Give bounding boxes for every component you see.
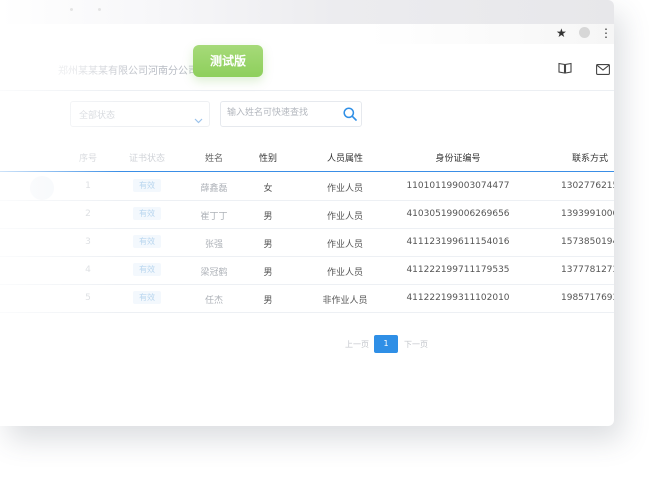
status-badge: 有效 — [133, 263, 161, 276]
column-header-gender[interactable]: 性别 — [259, 151, 277, 164]
app-header: 郑州某某某有限公司河南分公司 测试版 — [0, 44, 614, 91]
status-badge: 有效 — [133, 291, 161, 304]
chevron-down-icon — [194, 109, 203, 128]
status-select-value: 全部状态 — [79, 111, 116, 121]
cell-gender: 男 — [263, 212, 273, 222]
cell-type: 作业人员 — [326, 212, 364, 222]
address-bar[interactable] — [0, 24, 614, 44]
cell-index: 4 — [85, 265, 91, 275]
cell-name: 梁冠鹤 — [200, 268, 228, 278]
column-header-phone[interactable]: 联系方式 — [572, 151, 608, 164]
cell-id-number: 411123199611154016 — [406, 237, 510, 247]
column-header-id-number[interactable]: 身份证编号 — [435, 151, 480, 164]
pagination: 上一页 1 下一页 — [0, 335, 614, 353]
status-badge: 有效 — [133, 235, 161, 248]
column-header-index[interactable]: 序号 — [79, 151, 97, 164]
table-row[interactable]: 5 有效 任杰 男 非作业人员 411222199311102010 19857… — [0, 284, 614, 313]
company-name: 郑州某某某有限公司河南分公司 — [58, 66, 198, 77]
status-badge: 有效 — [133, 179, 161, 192]
table-row[interactable]: 4 有效 梁冠鹤 男 作业人员 411222199711179535 13777… — [0, 256, 614, 285]
cell-id-number: 411222199711179535 — [406, 265, 510, 275]
star-icon[interactable]: ★ — [556, 26, 567, 40]
status-select[interactable]: 全部状态 — [70, 101, 210, 127]
cell-type: 作业人员 — [326, 268, 364, 278]
cell-phone: 13939910062 — [561, 209, 614, 219]
status-badge: 有效 — [133, 207, 161, 220]
cell-phone: 15738501947 — [561, 237, 614, 247]
column-header-status[interactable]: 证书状态 — [129, 151, 165, 164]
cell-gender: 女 — [263, 184, 273, 194]
cell-type: 作业人员 — [326, 184, 364, 194]
search-box — [220, 101, 362, 127]
profile-icon[interactable] — [579, 27, 590, 38]
table-row[interactable]: 3 有效 张强 男 作业人员 411123199611154016 157385… — [0, 228, 614, 257]
cell-id-number: 410305199006269656 — [406, 209, 510, 219]
cell-phone: 19857176935 — [561, 293, 614, 303]
browser-window: ★ ⋮ 郑州某某某有限公司河南分公司 测试版 全部状态 序号 证书状态 姓名 性… — [0, 0, 614, 426]
table-header: 序号 证书状态 姓名 性别 人员属性 身份证编号 联系方式 — [0, 143, 614, 172]
mail-icon[interactable] — [596, 60, 610, 79]
book-icon[interactable] — [558, 59, 572, 78]
cell-id-number: 411222199311102010 — [406, 293, 510, 303]
page-button-current[interactable]: 1 — [374, 335, 398, 353]
table-row[interactable]: 2 有效 崔丁丁 男 作业人员 410305199006269656 13939… — [0, 200, 614, 229]
cell-index: 1 — [85, 181, 91, 191]
table-row[interactable]: 1 有效 薛鑫磊 女 作业人员 110101199003074477 13027… — [0, 172, 614, 201]
cell-name: 崔丁丁 — [200, 212, 228, 222]
test-version-badge: 测试版 — [193, 45, 263, 77]
cell-name: 薛鑫磊 — [200, 184, 228, 194]
cell-id-number: 110101199003074477 — [406, 181, 510, 191]
next-page-button[interactable]: 下一页 — [404, 339, 428, 350]
cell-type: 作业人员 — [326, 240, 364, 250]
column-header-type[interactable]: 人员属性 — [327, 151, 363, 164]
search-input[interactable] — [227, 104, 337, 122]
cell-index: 2 — [85, 209, 91, 219]
cell-index: 5 — [85, 293, 91, 303]
kebab-menu-icon[interactable]: ⋮ — [600, 26, 612, 40]
cell-phone: 13027762159 — [561, 181, 614, 191]
cell-phone: 13777812733 — [561, 265, 614, 275]
prev-page-button[interactable]: 上一页 — [345, 339, 369, 350]
cell-gender: 男 — [263, 240, 273, 250]
search-icon[interactable] — [343, 106, 357, 125]
cell-gender: 男 — [263, 296, 273, 306]
tab-dot — [70, 8, 73, 11]
cell-name: 张强 — [204, 240, 224, 250]
cell-type: 非作业人员 — [322, 296, 368, 306]
tab-dot — [98, 8, 101, 11]
column-header-name[interactable]: 姓名 — [205, 151, 223, 164]
cell-gender: 男 — [263, 268, 273, 278]
cell-index: 3 — [85, 237, 91, 247]
cell-name: 任杰 — [204, 296, 224, 306]
